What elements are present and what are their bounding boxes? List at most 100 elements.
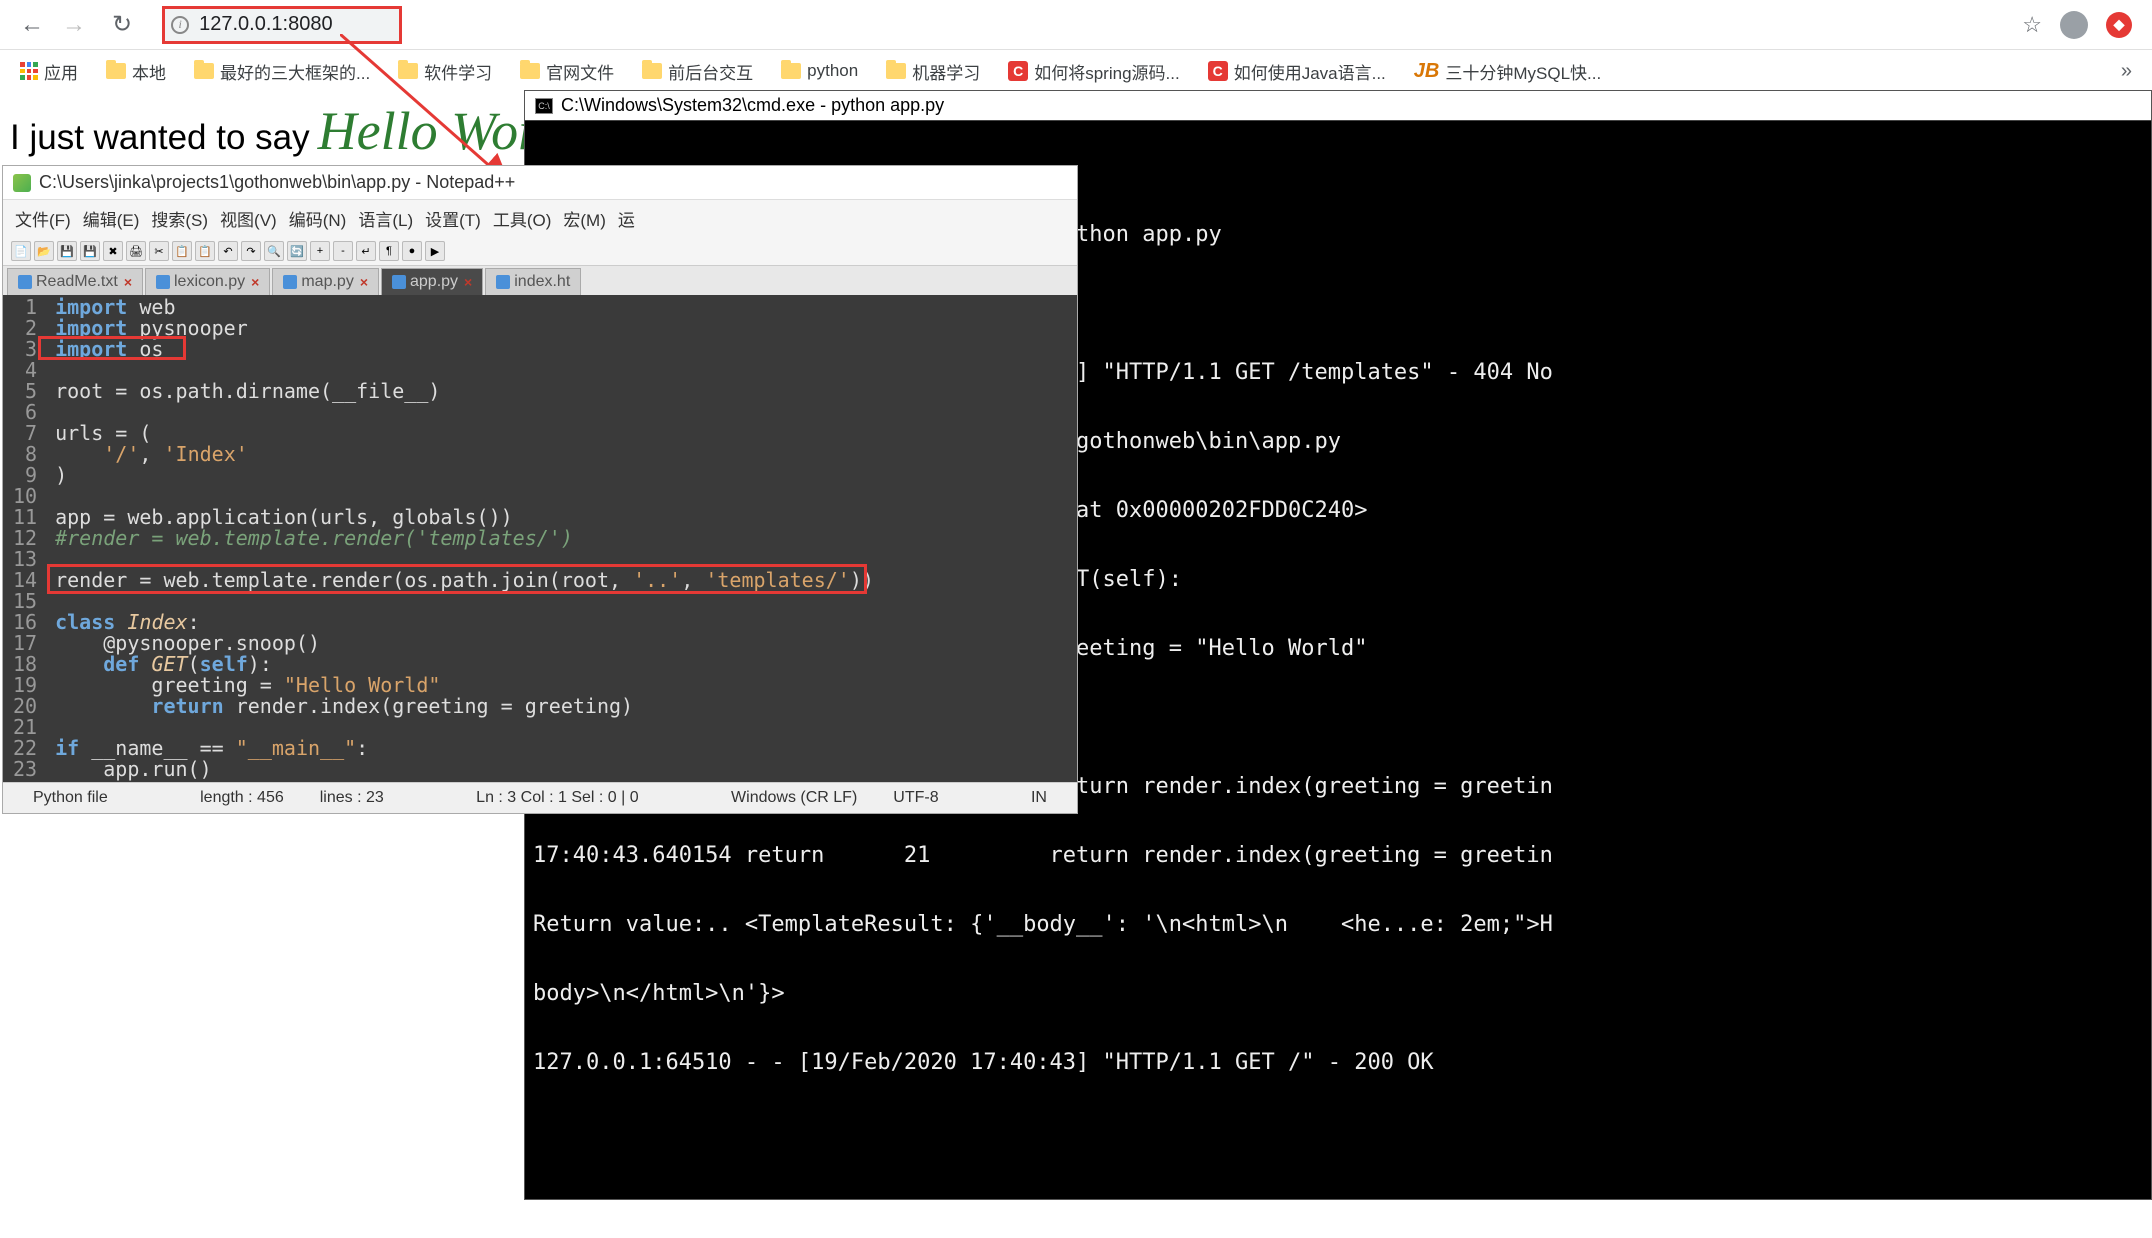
cmd-line: Return value:.. <TemplateResult: {'__bod… [533, 913, 2143, 936]
profile-avatar-icon[interactable] [2060, 11, 2088, 39]
browser-right-icons: ☆ ◆ [2022, 11, 2132, 39]
file-icon [496, 275, 510, 289]
cmd-title-text: C:\Windows\System32\cmd.exe - python app… [561, 95, 944, 116]
editor-tab-active[interactable]: app.py× [381, 268, 483, 295]
editor-tab[interactable]: ReadMe.txt× [7, 268, 143, 295]
menu-file[interactable]: 文件(F) [11, 204, 75, 233]
folder-icon [398, 63, 418, 79]
npp-toolbar: 📄 📂 💾 💾 ✖ 🖨 ✂ 📋 📋 ↶ ↷ 🔍 🔄 + - ↵ ¶ ● ▶ [3, 237, 1077, 266]
toolbar-print-icon[interactable]: 🖨 [126, 241, 146, 261]
toolbar-close-icon[interactable]: ✖ [103, 241, 123, 261]
toolbar-replace-icon[interactable]: 🔄 [287, 241, 307, 261]
bookmark-item[interactable]: JB三十分钟MySQL快... [1414, 59, 1601, 84]
menu-encoding[interactable]: 编码(N) [285, 204, 351, 233]
folder-icon [106, 63, 126, 79]
tab-close-icon[interactable]: × [124, 274, 132, 290]
code-body[interactable]: import web import pysnooper import os ro… [51, 295, 1077, 782]
file-icon [283, 275, 297, 289]
npp-tabs: ReadMe.txt× lexicon.py× map.py× app.py× … [3, 266, 1077, 295]
status-filetype: Python file [15, 789, 126, 807]
toolbar-rec-icon[interactable]: ● [402, 241, 422, 261]
folder-icon [642, 63, 662, 79]
cmd-icon: C:\ [535, 98, 553, 114]
editor-tab[interactable]: index.ht [485, 268, 581, 295]
bookmark-item[interactable]: C如何将spring源码... [1008, 59, 1179, 84]
status-lines: lines : 23 [302, 789, 402, 807]
toolbar-show-icon[interactable]: ¶ [379, 241, 399, 261]
url-box-highlighted[interactable]: i 127.0.0.1:8080 [162, 6, 402, 44]
bookmark-item[interactable]: 机器学习 [886, 59, 980, 84]
bookmark-item[interactable]: python [781, 61, 858, 81]
apps-button[interactable]: 应用 [20, 59, 78, 84]
menu-view[interactable]: 视图(V) [216, 204, 281, 233]
cmd-titlebar[interactable]: C:\ C:\Windows\System32\cmd.exe - python… [525, 91, 2151, 121]
toolbar-zoom-out-icon[interactable]: - [333, 241, 353, 261]
menu-run[interactable]: 运 [614, 204, 639, 233]
status-length: length : 456 [182, 789, 302, 807]
extension-icon[interactable]: ◆ [2106, 12, 2132, 38]
toolbar-saveall-icon[interactable]: 💾 [80, 241, 100, 261]
back-button[interactable]: ← [20, 11, 44, 39]
red-highlight-line14 [47, 564, 867, 594]
toolbar-undo-icon[interactable]: ↶ [218, 241, 238, 261]
toolbar-copy-icon[interactable]: 📋 [172, 241, 192, 261]
site-icon: C [1008, 61, 1028, 81]
toolbar-open-icon[interactable]: 📂 [34, 241, 54, 261]
menu-language[interactable]: 语言(L) [354, 204, 417, 233]
npp-title-text: C:\Users\jinka\projects1\gothonweb\bin\a… [39, 172, 515, 193]
toolbar-save-icon[interactable]: 💾 [57, 241, 77, 261]
toolbar-new-icon[interactable]: 📄 [11, 241, 31, 261]
npp-titlebar[interactable]: C:\Users\jinka\projects1\gothonweb\bin\a… [3, 166, 1077, 200]
editor-tab[interactable]: lexicon.py× [145, 268, 270, 295]
status-encoding: UTF-8 [875, 789, 956, 807]
tab-close-icon[interactable]: × [464, 274, 472, 290]
bookmark-item[interactable]: C如何使用Java语言... [1208, 59, 1386, 84]
page-text-prefix: I just wanted to say [10, 118, 310, 158]
apps-label: 应用 [44, 59, 78, 84]
menu-edit[interactable]: 编辑(E) [79, 204, 144, 233]
file-icon [18, 275, 32, 289]
more-bookmarks-button[interactable]: » [2121, 60, 2132, 83]
forward-button[interactable]: → [62, 11, 86, 39]
folder-icon [886, 63, 906, 79]
jb-icon: JB [1414, 60, 1440, 83]
status-ins: IN [1013, 789, 1065, 807]
menu-tools[interactable]: 工具(O) [489, 204, 556, 233]
file-icon [156, 275, 170, 289]
red-highlight-line3 [38, 336, 186, 360]
cmd-line: 127.0.0.1:64510 - - [19/Feb/2020 17:40:4… [533, 1051, 2143, 1074]
site-icon: C [1208, 61, 1228, 81]
toolbar-cut-icon[interactable]: ✂ [149, 241, 169, 261]
toolbar-redo-icon[interactable]: ↷ [241, 241, 261, 261]
bookmark-item[interactable]: 前后台交互 [642, 59, 753, 84]
tab-close-icon[interactable]: × [251, 274, 259, 290]
bookmark-item[interactable]: 官网文件 [520, 59, 614, 84]
toolbar-find-icon[interactable]: 🔍 [264, 241, 284, 261]
menu-search[interactable]: 搜索(S) [147, 204, 212, 233]
bookmarks-bar: 应用 本地 最好的三大框架的... 软件学习 官网文件 前后台交互 python… [0, 50, 2152, 92]
toolbar-paste-icon[interactable]: 📋 [195, 241, 215, 261]
info-icon[interactable]: i [171, 16, 189, 34]
cmd-line: 17:40:43.640154 return 21 return render.… [533, 844, 2143, 867]
menu-macro[interactable]: 宏(M) [559, 204, 609, 233]
bookmark-item[interactable]: 软件学习 [398, 59, 492, 84]
npp-menubar: 文件(F) 编辑(E) 搜索(S) 视图(V) 编码(N) 语言(L) 设置(T… [3, 200, 1077, 237]
url-text: 127.0.0.1:8080 [199, 13, 332, 36]
browser-toolbar: ← → ↻ i 127.0.0.1:8080 ☆ ◆ [0, 0, 2152, 50]
tab-close-icon[interactable]: × [360, 274, 368, 290]
line-gutter: 1234567891011121314151617181920212223 [3, 295, 51, 782]
toolbar-wrap-icon[interactable]: ↵ [356, 241, 376, 261]
folder-icon [781, 63, 801, 79]
code-editor[interactable]: 1234567891011121314151617181920212223 im… [3, 295, 1077, 782]
menu-settings[interactable]: 设置(T) [421, 204, 485, 233]
cmd-line: body>\n</html>\n'}> [533, 982, 2143, 1005]
bookmark-item[interactable]: 最好的三大框架的... [194, 59, 370, 84]
apps-grid-icon [20, 62, 38, 80]
toolbar-zoom-in-icon[interactable]: + [310, 241, 330, 261]
bookmark-item[interactable]: 本地 [106, 59, 166, 84]
bookmark-star-icon[interactable]: ☆ [2022, 12, 2042, 38]
toolbar-play-icon[interactable]: ▶ [425, 241, 445, 261]
npp-statusbar: Python file length : 456 lines : 23 Ln :… [3, 782, 1077, 813]
editor-tab[interactable]: map.py× [272, 268, 379, 295]
reload-button[interactable]: ↻ [112, 10, 132, 39]
